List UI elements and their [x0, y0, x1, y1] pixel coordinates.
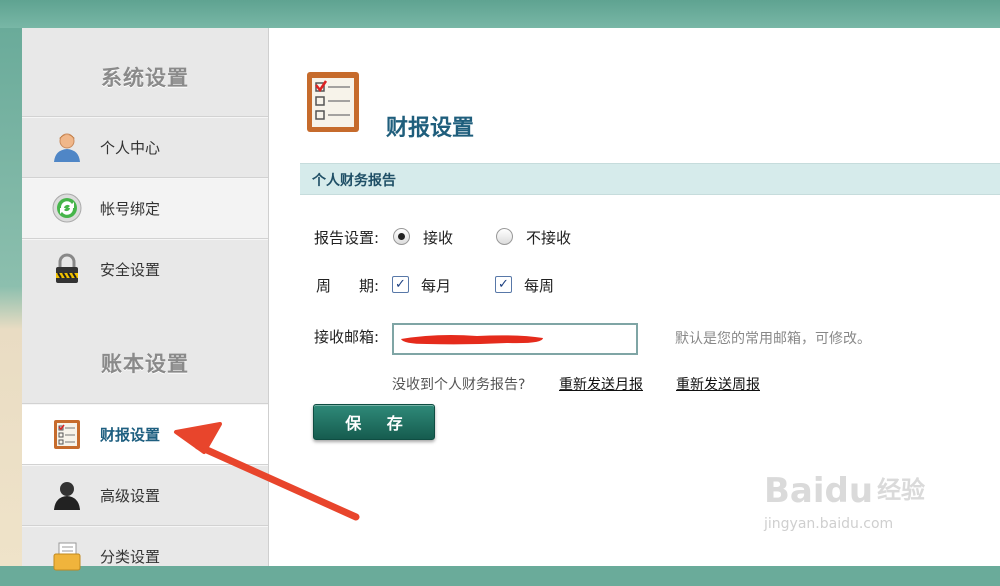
- sync-icon: [50, 191, 84, 225]
- sidebar-item-label: 财报设置: [100, 425, 161, 444]
- sidebar-item-account-binding[interactable]: 帐号绑定: [22, 177, 268, 238]
- sidebar-item-label: 分类设置: [100, 547, 161, 566]
- sidebar-item-categories[interactable]: 分类设置: [22, 525, 268, 586]
- cycle-label-part1: 周: [316, 277, 332, 295]
- checkbox-monthly-label[interactable]: 每月: [421, 275, 451, 296]
- checkbox-monthly[interactable]: ✓: [392, 276, 409, 293]
- sidebar-item-label: 高级设置: [100, 486, 161, 505]
- annotation-arrow-icon: [174, 422, 360, 521]
- folder-icon: [50, 539, 84, 573]
- top-banner: [0, 0, 1000, 28]
- email-input[interactable]: [392, 323, 638, 355]
- radio-receive[interactable]: [393, 228, 410, 245]
- section-header: 个人财务报告: [300, 163, 1000, 195]
- sidebar-item-label: 帐号绑定: [100, 199, 161, 218]
- sidebar-section-ledger: 账本设置: [101, 352, 189, 376]
- radio-not-receive[interactable]: [496, 228, 513, 245]
- report-icon: [305, 70, 361, 138]
- watermark-url: jingyan.baidu.com: [764, 516, 894, 532]
- cycle-label-part2: 期:: [359, 277, 380, 295]
- resend-weekly-link[interactable]: 重新发送周报: [676, 374, 760, 394]
- lock-icon: [50, 252, 84, 286]
- watermark-brand-cn: 经验: [877, 476, 926, 504]
- watermark: Baidu 经验 jingyan.baidu.com: [764, 470, 926, 532]
- page-title: 财报设置: [386, 116, 475, 141]
- resend-notice: 没收到个人财务报告?: [392, 377, 526, 393]
- sidebar-item-label: 个人中心: [100, 138, 161, 157]
- resend-monthly-link[interactable]: 重新发送月报: [559, 374, 643, 394]
- report-setting-label: 报告设置:: [314, 229, 380, 247]
- checkbox-weekly[interactable]: ✓: [495, 276, 512, 293]
- user-icon: [50, 130, 84, 164]
- report-icon: [50, 417, 84, 451]
- sidebar-item-security[interactable]: 安全设置: [22, 238, 268, 299]
- background-edge: [0, 28, 22, 566]
- sidebar-section-system: 系统设置: [101, 66, 189, 90]
- watermark-brand: Baidu: [764, 471, 874, 511]
- sidebar-item-label: 安全设置: [100, 260, 161, 279]
- sidebar-item-personal-center[interactable]: 个人中心: [22, 116, 268, 177]
- radio-not-receive-label[interactable]: 不接收: [526, 227, 571, 248]
- email-label: 接收邮箱:: [314, 328, 380, 346]
- email-hint: 默认是您的常用邮箱，可修改。: [675, 331, 871, 347]
- section-title: 个人财务报告: [312, 173, 396, 189]
- radio-receive-label[interactable]: 接收: [423, 227, 453, 248]
- checkbox-weekly-label[interactable]: 每周: [524, 275, 554, 296]
- user-dark-icon: [50, 478, 84, 512]
- redaction-mark: [401, 335, 543, 345]
